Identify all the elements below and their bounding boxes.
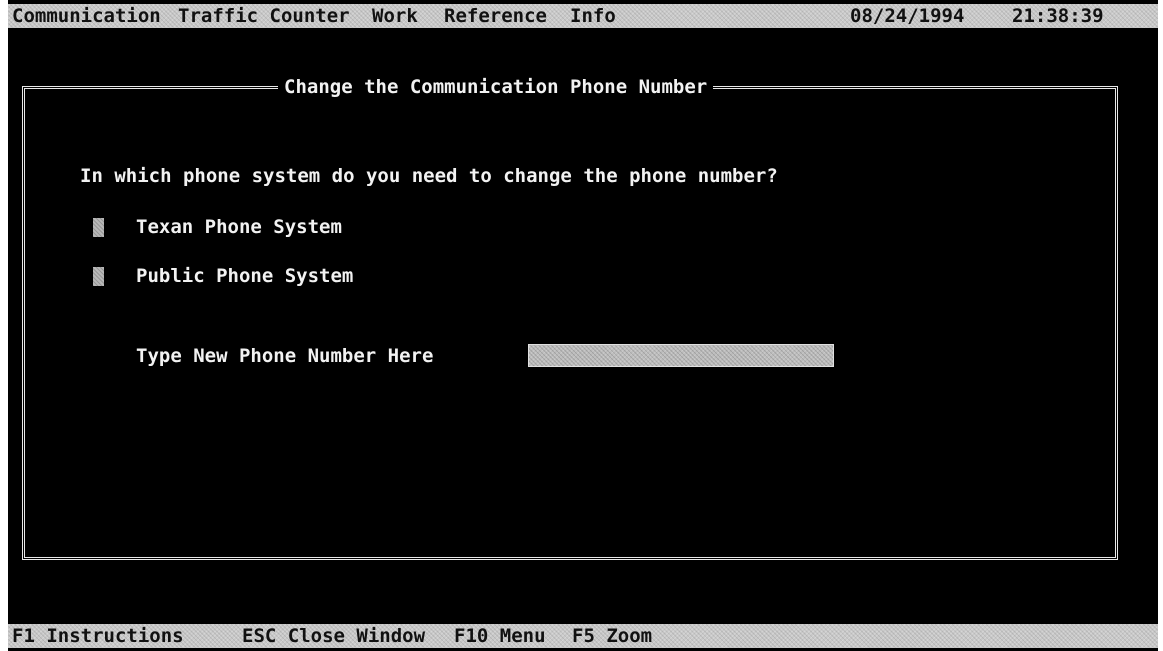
public-phone-option[interactable]: Public Phone System: [136, 264, 353, 288]
menu-item-info[interactable]: Info: [570, 4, 616, 28]
f1-instructions-key[interactable]: F1 Instructions: [12, 624, 184, 648]
menu-item-communication[interactable]: Communication: [12, 4, 161, 28]
menu-date: 08/24/1994: [850, 5, 965, 27]
menu-item-work[interactable]: Work: [372, 4, 418, 28]
phone-number-input[interactable]: [528, 344, 834, 367]
f5-zoom-key[interactable]: F5 Zoom: [572, 624, 652, 648]
menu-item-reference[interactable]: Reference: [444, 4, 547, 28]
dialog-question: In which phone system do you need to cha…: [80, 165, 778, 187]
esc-close-window-key[interactable]: ESC Close Window: [242, 624, 425, 648]
menu-item-traffic-counter[interactable]: Traffic Counter: [178, 4, 350, 28]
dialog-title: Change the Communication Phone Number: [278, 74, 714, 100]
change-phone-dialog: [22, 86, 1118, 560]
public-phone-radio[interactable]: [93, 267, 104, 286]
texan-phone-option[interactable]: Texan Phone System: [136, 215, 342, 239]
menu-time: 21:38:39: [1012, 5, 1104, 27]
status-bar: F1 Instructions ESC Close Window F10 Men…: [8, 624, 1158, 648]
phone-field-label: Type New Phone Number Here: [136, 345, 434, 367]
menu-bar: Communication Traffic Counter Work Refer…: [8, 4, 1158, 28]
terminal-screen: Communication Traffic Counter Work Refer…: [8, 0, 1158, 651]
f10-menu-key[interactable]: F10 Menu: [454, 624, 546, 648]
texan-phone-radio[interactable]: [93, 218, 104, 237]
